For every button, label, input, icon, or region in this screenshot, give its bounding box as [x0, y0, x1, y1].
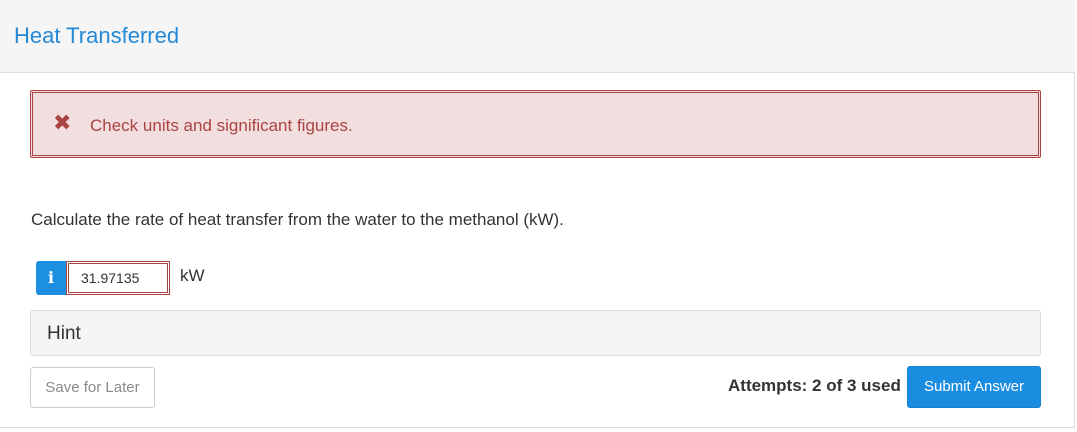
hint-panel[interactable]: Hint [30, 310, 1041, 356]
panel-header: Heat Transferred [0, 0, 1075, 73]
close-x-icon: ✖ [53, 110, 72, 135]
question-panel: Heat Transferred ✖ Check units and signi… [0, 0, 1075, 428]
submit-answer-button[interactable]: Submit Answer [907, 366, 1041, 408]
unit-label: kW [180, 266, 205, 285]
attempts-counter: Attempts: 2 of 3 used [728, 376, 901, 395]
page-title: Heat Transferred [14, 23, 180, 48]
question-text: Calculate the rate of heat transfer from… [31, 210, 564, 229]
hint-label: Hint [47, 323, 81, 344]
alert-message: Check units and significant figures. [90, 116, 353, 135]
save-for-later-button[interactable]: Save for Later [30, 367, 155, 408]
error-alert: ✖ Check units and significant figures. [30, 90, 1041, 158]
answer-input[interactable] [66, 261, 170, 295]
info-icon[interactable]: i [36, 261, 66, 295]
